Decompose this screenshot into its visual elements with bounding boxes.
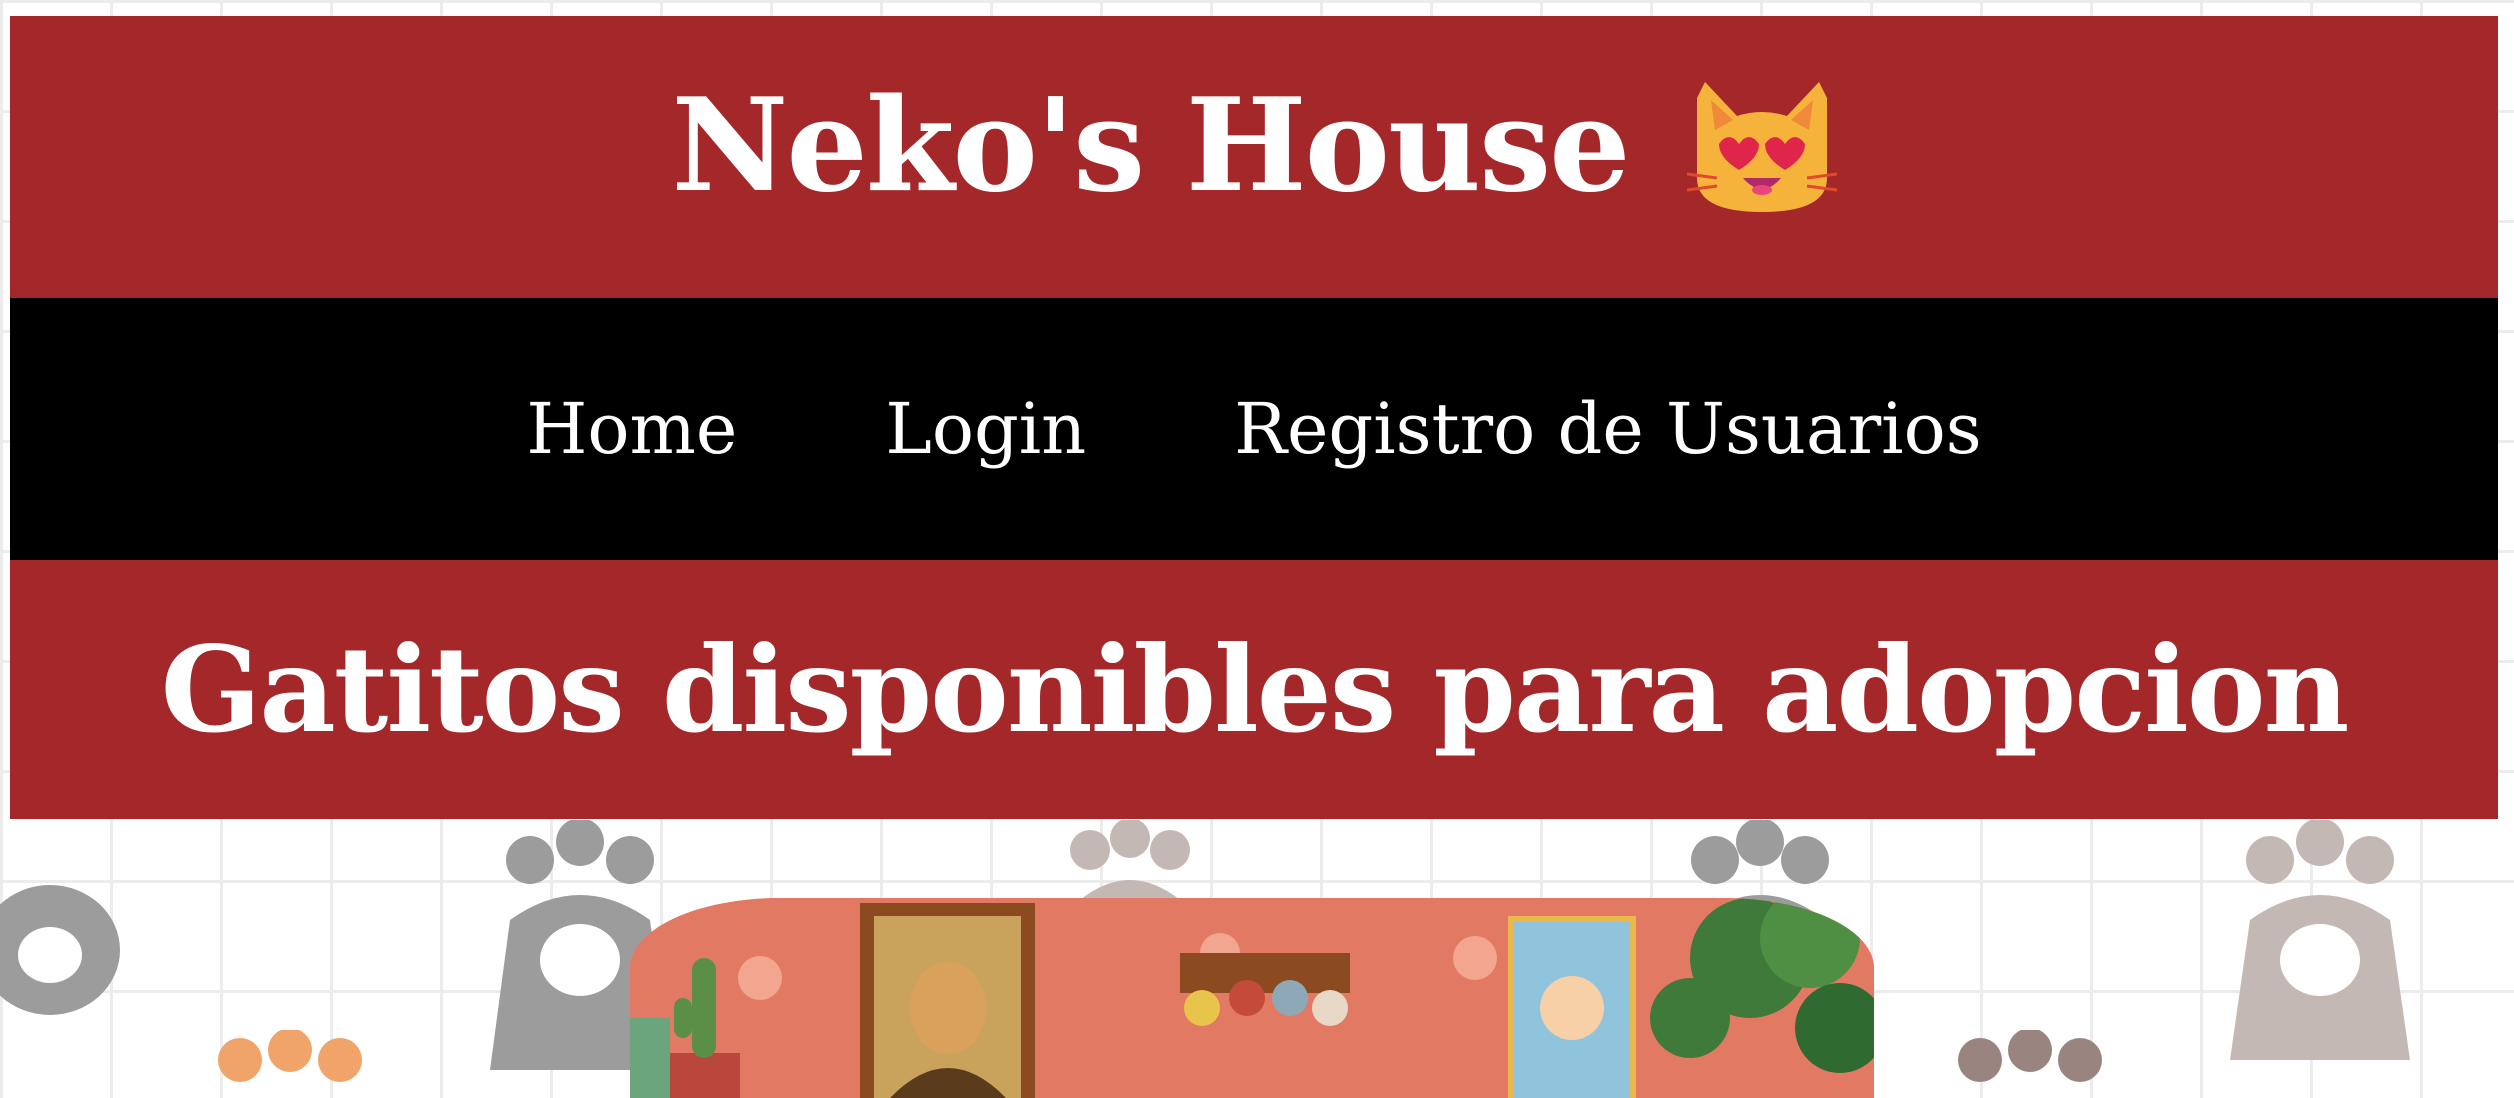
nav-link-home[interactable]: Home bbox=[526, 388, 737, 470]
site-header: Neko's House bbox=[10, 16, 2498, 298]
site-title: Neko's House bbox=[671, 78, 1837, 236]
paw-print-icon bbox=[2210, 820, 2430, 1060]
paw-print-icon bbox=[210, 1030, 370, 1090]
nav-link-login[interactable]: Login bbox=[885, 388, 1086, 470]
smiling-cat-heart-eyes-icon bbox=[1686, 78, 1837, 236]
main-navigation: Home Login Registro de Usuarios bbox=[10, 298, 2498, 560]
paw-print-icon bbox=[0, 820, 140, 1020]
page-heading: Gatitos disponibles para adopcion bbox=[160, 620, 2350, 759]
site-title-text: Neko's House bbox=[671, 71, 1630, 221]
paw-print-icon bbox=[1950, 1030, 2110, 1090]
site-container: Neko's House Home Login Registro de Usua… bbox=[10, 16, 2498, 819]
cat-room-illustration bbox=[630, 898, 1874, 1098]
page-heading-banner: Gatitos disponibles para adopcion bbox=[10, 560, 2498, 819]
nav-link-registro-usuarios[interactable]: Registro de Usuarios bbox=[1234, 388, 1981, 470]
